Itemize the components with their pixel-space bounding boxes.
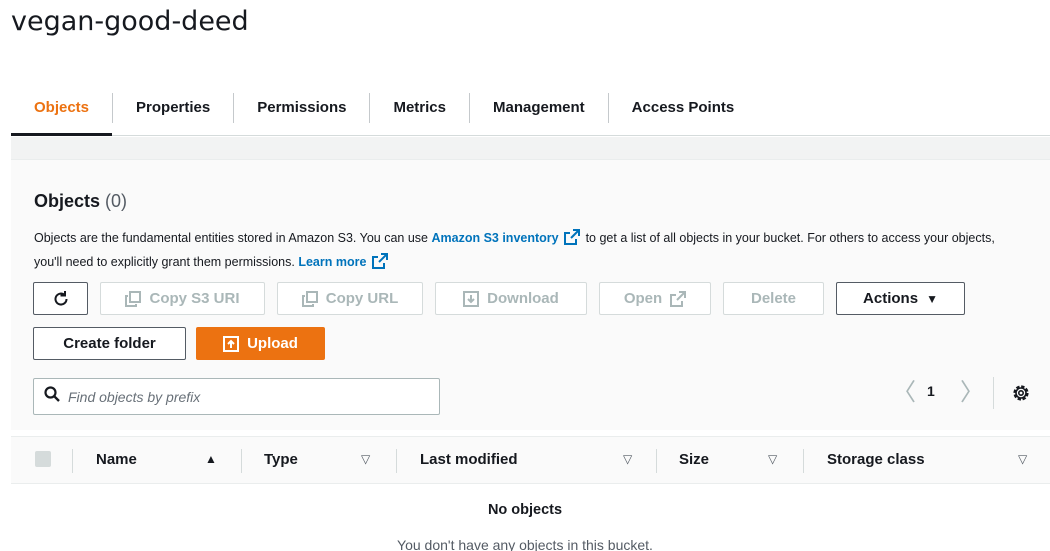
pager-divider: [993, 377, 994, 409]
download-icon: [463, 290, 480, 307]
download-button[interactable]: Download: [435, 282, 587, 315]
caret-down-icon: ▼: [926, 291, 938, 306]
next-page-icon[interactable]: 〉: [960, 380, 984, 404]
page-title: vegan-good-deed: [11, 6, 249, 37]
objects-heading-label: Objects: [34, 191, 101, 211]
previous-page-icon[interactable]: 〈: [892, 380, 916, 404]
tab-metrics[interactable]: Metrics: [369, 92, 469, 123]
delete-button[interactable]: Delete: [723, 282, 824, 315]
column-divider: [241, 449, 242, 473]
tab-permissions[interactable]: Permissions: [233, 92, 369, 123]
empty-state-title: No objects: [487, 502, 563, 518]
current-page-number[interactable]: 1: [927, 383, 935, 399]
s3-inventory-link[interactable]: Amazon S3 inventory: [431, 231, 558, 245]
column-divider: [396, 449, 397, 473]
objects-count: (0): [105, 191, 128, 211]
tab-properties[interactable]: Properties: [112, 92, 233, 123]
actions-label: Actions: [863, 290, 919, 307]
open-button[interactable]: Open: [599, 282, 711, 315]
column-header-type[interactable]: Type: [264, 451, 298, 468]
sort-icon[interactable]: ▽: [1018, 452, 1027, 466]
sort-icon[interactable]: ▽: [361, 452, 370, 466]
external-link-icon[interactable]: [371, 253, 388, 276]
learn-more-link[interactable]: Learn more: [298, 255, 366, 269]
copy-icon: [125, 290, 142, 307]
column-header-last-modified[interactable]: Last modified: [420, 451, 518, 468]
create-folder-button[interactable]: Create folder: [33, 327, 186, 360]
empty-state-message: You don't have any objects in this bucke…: [397, 537, 653, 551]
upload-button[interactable]: Upload: [196, 327, 325, 360]
copy-s3-uri-label: Copy S3 URI: [149, 290, 240, 307]
column-divider: [72, 449, 73, 473]
refresh-icon: [52, 290, 70, 308]
copy-url-label: Copy URL: [325, 290, 399, 307]
search-box: [33, 378, 440, 415]
column-header-storage-class[interactable]: Storage class: [827, 451, 925, 468]
gear-icon[interactable]: [1011, 383, 1031, 408]
tab-objects[interactable]: Objects: [11, 93, 113, 136]
open-label: Open: [623, 290, 663, 307]
sort-icon[interactable]: ▽: [768, 452, 777, 466]
tab-bar: Objects Properties Permissions Metrics M…: [11, 80, 1050, 136]
refresh-button[interactable]: [33, 282, 88, 315]
select-all-checkbox[interactable]: [35, 451, 51, 467]
upload-icon: [223, 335, 240, 352]
copy-url-button[interactable]: Copy URL: [277, 282, 423, 315]
s3-bucket-page: vegan-good-deed Objects Properties Permi…: [0, 0, 1050, 551]
objects-description: Objects are the fundamental entities sto…: [34, 228, 1024, 276]
objects-heading: Objects (0): [34, 191, 127, 212]
upload-label: Upload: [247, 335, 298, 352]
column-header-name[interactable]: Name: [96, 451, 137, 468]
description-text-1: Objects are the fundamental entities sto…: [34, 231, 432, 245]
delete-label: Delete: [750, 290, 797, 307]
content-band: [11, 137, 1050, 160]
download-label: Download: [487, 290, 559, 307]
search-input[interactable]: [68, 388, 428, 405]
actions-dropdown[interactable]: Actions ▼: [836, 282, 965, 315]
column-divider: [656, 449, 657, 473]
tab-access-points[interactable]: Access Points: [607, 92, 758, 123]
column-divider: [803, 449, 804, 473]
search-icon: [44, 386, 60, 407]
sort-ascending-icon[interactable]: ▲: [205, 452, 217, 466]
objects-table-header: Name ▲ Type ▽ Last modified ▽ Size ▽ Sto…: [11, 436, 1050, 484]
column-header-size[interactable]: Size: [679, 451, 709, 468]
external-link-icon: [670, 290, 687, 307]
tab-management[interactable]: Management: [468, 92, 608, 123]
copy-s3-uri-button[interactable]: Copy S3 URI: [100, 282, 265, 315]
copy-icon: [301, 290, 318, 307]
external-link-icon[interactable]: [564, 229, 581, 252]
create-folder-label: Create folder: [63, 335, 156, 352]
sort-icon[interactable]: ▽: [623, 452, 632, 466]
